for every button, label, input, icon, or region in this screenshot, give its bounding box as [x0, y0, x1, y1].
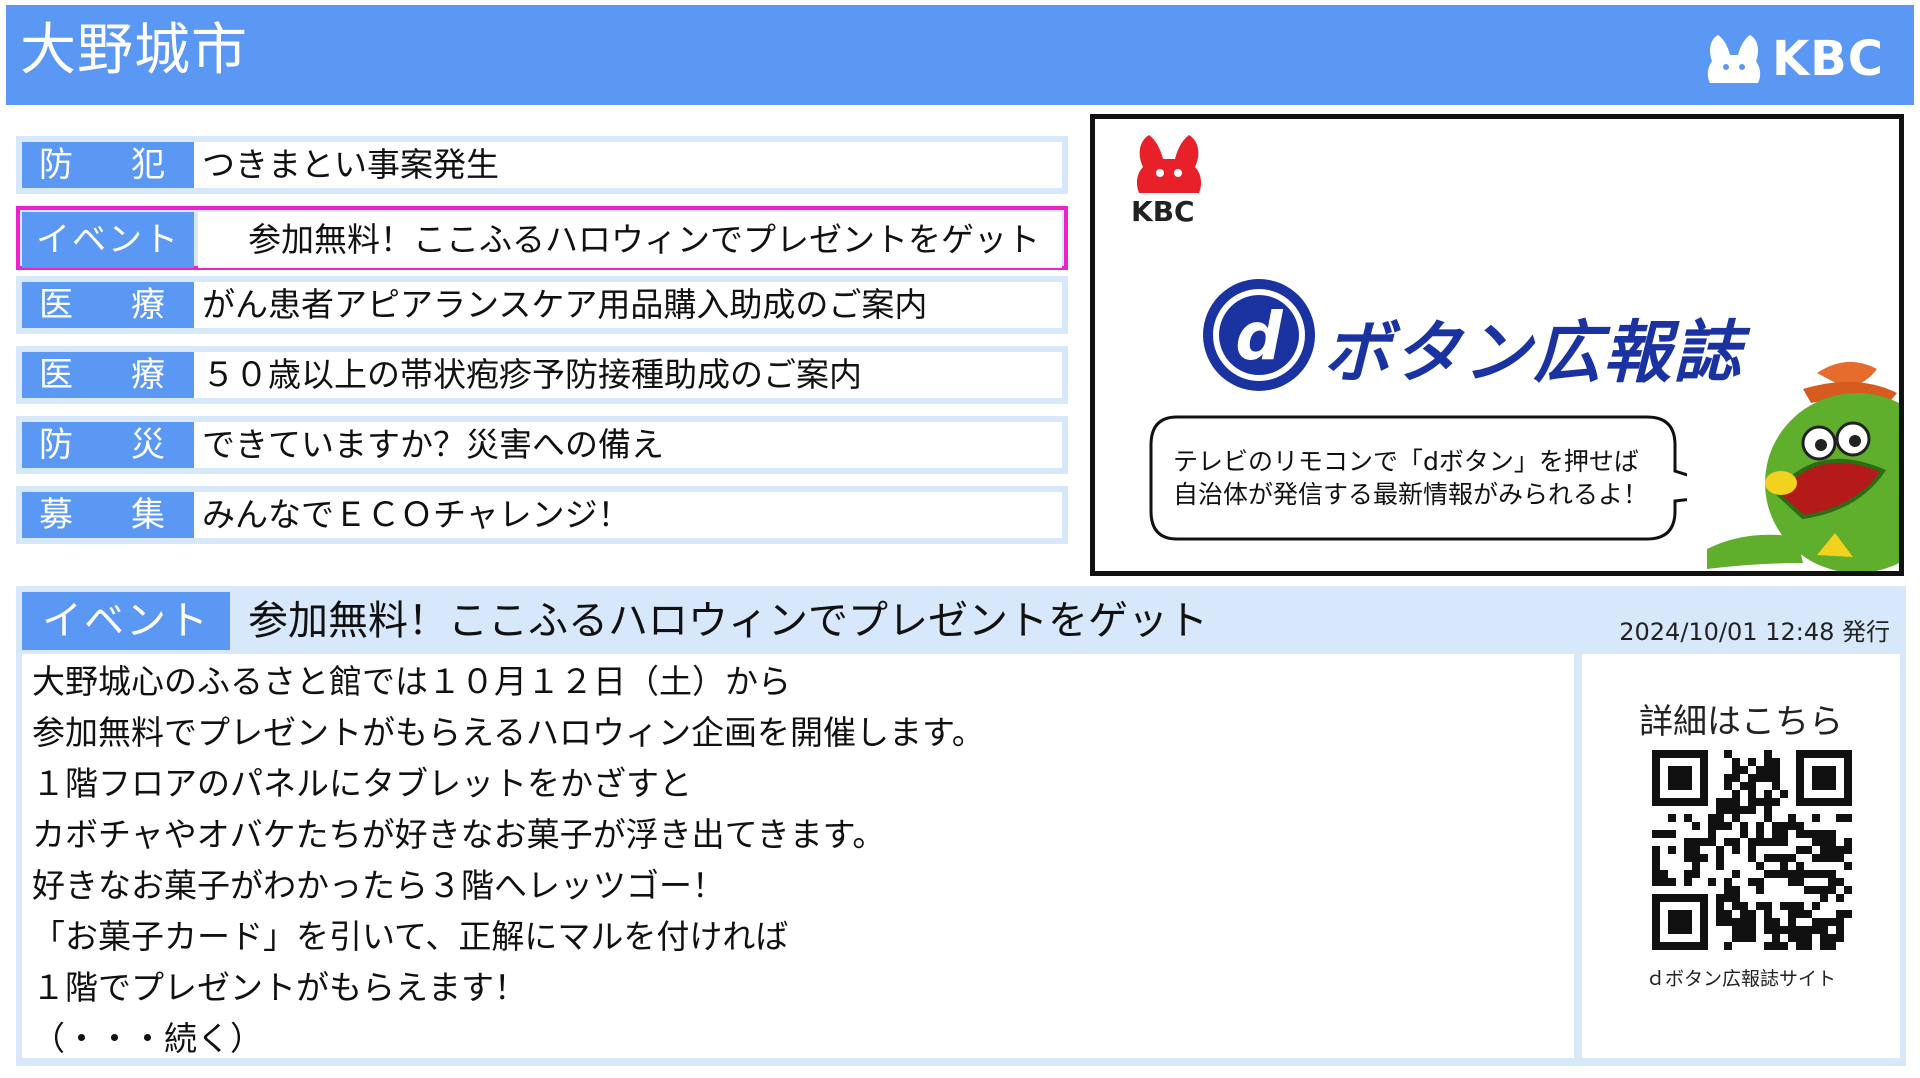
city-name: 大野城市: [20, 18, 248, 83]
detail-section: イベント 参加無料！ここふるハロウィンでプレゼントをゲット 2024/10/01…: [16, 586, 1906, 1066]
body-line: （・・・続く）: [32, 1019, 263, 1058]
news-title: できていますか？災害への備え: [194, 422, 1062, 468]
body-line: 参加無料でプレゼントがもらえるハロウィン企画を開催します。: [32, 713, 985, 752]
news-category: 募 集: [22, 492, 194, 538]
body-line: 好きなお菓子がわかったら３階へレッツゴー！: [32, 866, 725, 905]
qr-code-icon[interactable]: [1652, 750, 1852, 950]
body-line: 大野城心のふるさと館では１０月１２日（土）から: [32, 662, 791, 701]
green-frog-mascot-icon: [1707, 361, 1899, 571]
kbc-wordmark: KBC: [1771, 31, 1884, 87]
news-title: つきまとい事案発生: [194, 142, 1062, 188]
news-item[interactable]: 医 療 ５０歳以上の帯状疱疹予防接種助成のご案内: [16, 346, 1068, 404]
news-title: 参加無料！ここふるハロウィンでプレゼントをゲット: [198, 212, 1062, 268]
d-button-logo-icon: d: [1203, 279, 1315, 391]
news-title: ５０歳以上の帯状疱疹予防接種助成のご案内: [194, 352, 1062, 398]
site-label: ｄボタン広報誌サイト: [1645, 968, 1836, 990]
detail-title: 参加無料！ここふるハロウィンでプレゼントをゲット: [248, 598, 1208, 644]
kbc-mascot-icon: [1707, 35, 1761, 83]
body-line: １階フロアのパネルにタブレットをかざすと: [32, 764, 692, 803]
news-item[interactable]: 医 療 がん患者アピアランスケア用品購入助成のご案内: [16, 276, 1068, 334]
detail-body: 大野城心のふるさと館では１０月１２日（土）から 参加無料でプレゼントがもらえるハ…: [22, 654, 1574, 1058]
news-item[interactable]: 防 災 できていますか？災害への備え: [16, 416, 1068, 474]
news-category: 医 療: [22, 282, 194, 328]
news-category: 医 療: [22, 352, 194, 398]
body-line: カボチャやオバケたちが好きなお菓子が浮き出てきます。: [32, 815, 886, 854]
news-item-selected[interactable]: イベント 参加無料！ここふるハロウィンでプレゼントをゲット: [16, 206, 1068, 270]
bubble-line: テレビのリモコンで「dボタン」を押せば: [1173, 447, 1639, 476]
news-title: がん患者アピアランスケア用品購入助成のご案内: [194, 282, 1062, 328]
speech-bubble-text: テレビのリモコンで「dボタン」を押せば 自治体が発信する最新情報がみられるよ！: [1173, 445, 1648, 511]
d-button-headline: ボタン広報誌: [1323, 314, 1744, 393]
detail-category: イベント: [22, 592, 230, 650]
news-item[interactable]: 募 集 みんなでＥＣＯチャレンジ！: [16, 486, 1068, 544]
news-category: 防 災: [22, 422, 194, 468]
body-line: 「お菓子カード」を引いて、正解にマルを付ければ: [32, 917, 789, 956]
news-item[interactable]: 防 犯 つきまとい事案発生: [16, 136, 1068, 194]
detail-side-panel: 詳細はこちら ｄボタン広報誌サイト: [1582, 654, 1900, 1058]
detail-issued-date: 2024/10/01 12:48 発行: [1619, 618, 1890, 646]
body-line: １階でプレゼントがもらえます！: [32, 968, 527, 1007]
d-button-promo-panel: KBC d ボタン広報誌 テレビのリモコンで「dボタン」を押せば 自治体が発信す…: [1090, 114, 1904, 576]
news-title: みんなでＥＣＯチャレンジ！: [194, 492, 1062, 538]
news-category: 防 犯: [22, 142, 194, 188]
news-category: イベント: [22, 212, 194, 268]
promo-kbc-wordmark: KBC: [1131, 195, 1195, 228]
kbc-red-mascot-icon: [1136, 135, 1202, 193]
kbc-brand: KBC: [1704, 29, 1884, 89]
d-logo-letter: d: [1235, 298, 1283, 375]
more-info-label: 詳細はこちら: [1639, 702, 1843, 742]
header-bar: 大野城市 KBC: [6, 5, 1914, 105]
bubble-line: 自治体が発信する最新情報がみられるよ！: [1173, 480, 1649, 509]
